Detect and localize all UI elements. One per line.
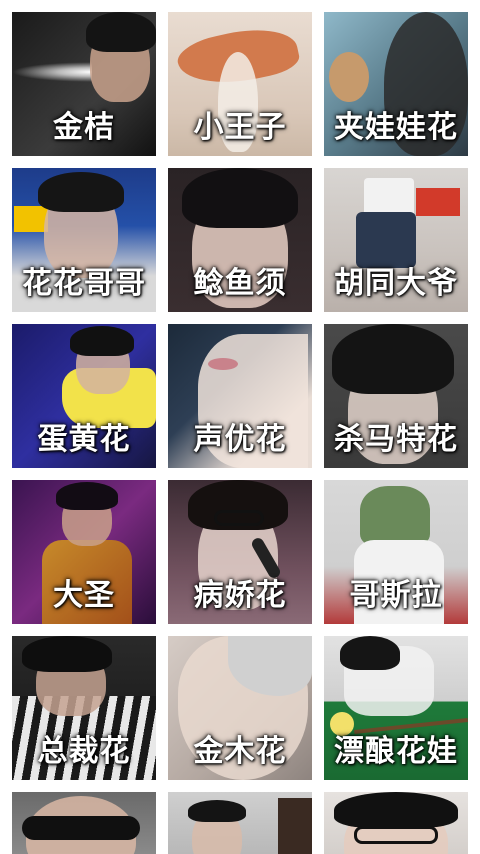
photo-tile[interactable]: 夹娃娃花 [324, 12, 468, 156]
photo-tile[interactable]: 哥斯拉 [324, 480, 468, 624]
person-hair [332, 324, 454, 394]
tile-caption: 病娇花 [193, 578, 287, 613]
tile-caption: 总裁花 [37, 734, 131, 769]
person-hair [182, 168, 298, 228]
photo-tile[interactable]: 蛋黄花 [12, 324, 156, 468]
light-beam [12, 62, 92, 82]
tile-caption: 杀马特花 [334, 422, 458, 457]
photo-tile[interactable]: 总裁花 [12, 636, 156, 780]
godzilla-mask [360, 486, 430, 546]
tile-caption: 金木花 [193, 734, 287, 769]
photo-tile[interactable]: 大圣 [12, 480, 156, 624]
logo-sign [14, 206, 48, 232]
tile-caption: 夹娃娃花 [334, 110, 458, 145]
photo-tile[interactable]: 花花哥哥 [12, 168, 156, 312]
photo-tile[interactable]: 小王子 [168, 12, 312, 156]
person-hair [340, 636, 400, 670]
person-hair [334, 792, 458, 828]
tile-caption: 小王子 [193, 110, 287, 145]
photo-tile[interactable] [12, 792, 156, 854]
photo-tile[interactable]: 金木花 [168, 636, 312, 780]
photo-tile[interactable]: 杀马特花 [324, 324, 468, 468]
person-hair [188, 800, 246, 822]
glasses [354, 826, 438, 844]
tile-caption: 大圣 [53, 578, 115, 613]
photo-tile[interactable]: 金桔 [12, 12, 156, 156]
sunglasses [22, 816, 140, 840]
tile-caption: 哥斯拉 [349, 578, 443, 613]
photo-grid: 金桔 小王子 夹娃娃花 花花哥哥 鲶鱼须 胡同大爷 蛋黄花 声优花 杀马特花 大… [0, 0, 480, 854]
tile-caption: 鲶鱼须 [193, 266, 287, 301]
photo-tile[interactable] [324, 792, 468, 854]
person-hair [38, 172, 124, 212]
person-hair [22, 636, 112, 672]
tile-caption: 花花哥哥 [22, 266, 146, 301]
tile-caption: 漂酿花娃 [334, 734, 458, 769]
person-hair [86, 12, 156, 52]
photo-tile[interactable]: 漂酿花娃 [324, 636, 468, 780]
tile-caption: 胡同大爷 [334, 266, 458, 301]
person-hair [56, 482, 118, 510]
photo-tile[interactable] [168, 792, 312, 854]
background-person [278, 798, 312, 854]
photo-tile[interactable]: 胡同大爷 [324, 168, 468, 312]
photo-tile[interactable]: 鲶鱼须 [168, 168, 312, 312]
tile-caption: 蛋黄花 [37, 422, 131, 457]
person-hair [70, 326, 134, 356]
plush-doll [329, 52, 369, 102]
tile-caption: 金桔 [53, 110, 115, 145]
photo-tile[interactable]: 病娇花 [168, 480, 312, 624]
photo-tile[interactable]: 声优花 [168, 324, 312, 468]
glasses [214, 510, 264, 526]
red-sign [416, 188, 460, 216]
tile-caption: 声优花 [193, 422, 287, 457]
lips [208, 358, 238, 370]
